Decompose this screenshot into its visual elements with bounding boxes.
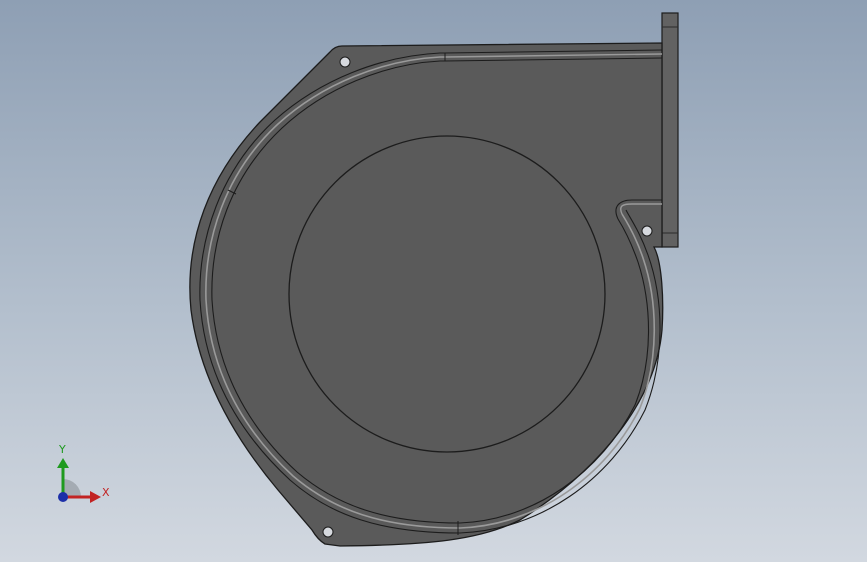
outlet-flange[interactable] [661, 12, 679, 248]
mounting-hole-right [641, 225, 653, 237]
triad-x-arrow-icon [90, 491, 101, 503]
flange-plate [661, 12, 679, 248]
graphics-viewport[interactable]: Y X [0, 0, 867, 562]
impeller-opening[interactable] [288, 135, 606, 453]
triad-y-arrow-icon [57, 458, 69, 468]
triad-z-axis-dot [58, 492, 68, 502]
triad-y-label: Y [59, 443, 66, 456]
mounting-hole-top-left [339, 56, 351, 68]
mounting-hole-bottom-left [322, 526, 334, 538]
triad-x-label: X [102, 486, 110, 499]
blower-housing-model[interactable] [0, 0, 867, 562]
reference-triad [57, 458, 101, 503]
